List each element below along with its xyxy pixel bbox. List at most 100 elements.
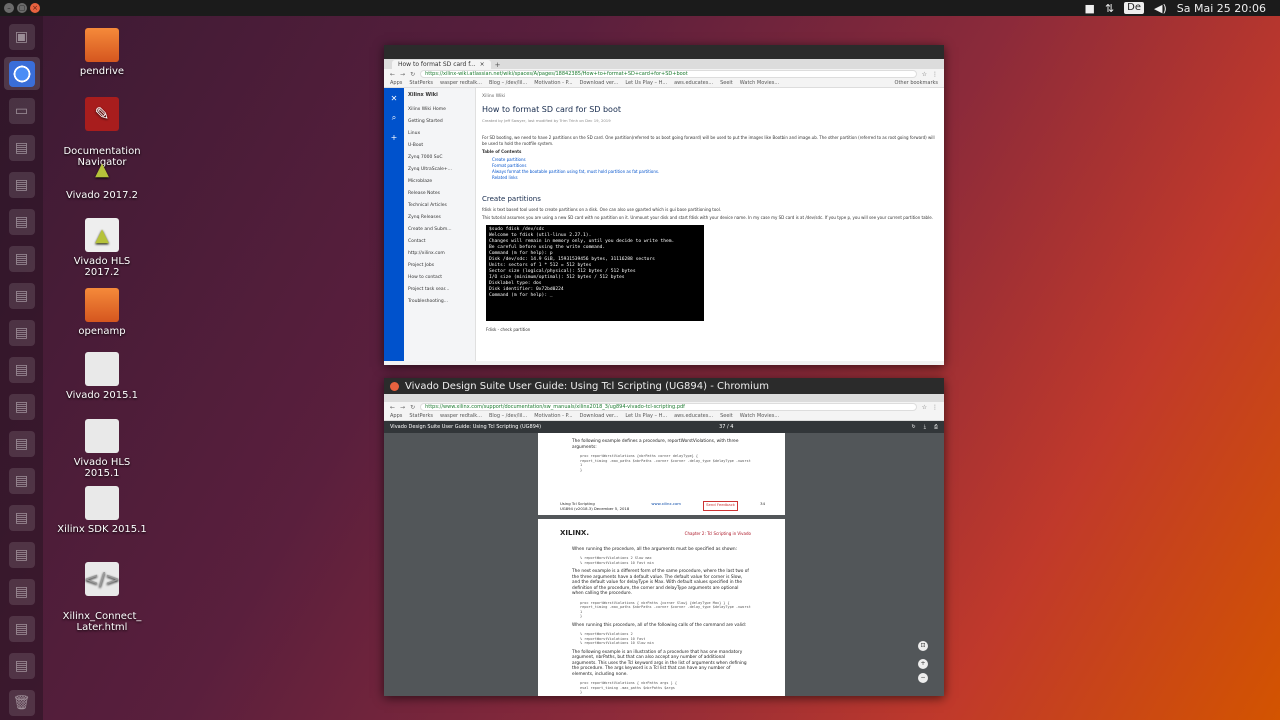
forward-icon[interactable]: → bbox=[400, 404, 405, 411]
bookmark-item[interactable]: Watch Movies... bbox=[740, 413, 779, 419]
bookmark-item[interactable]: Blog – /dev/lil... bbox=[489, 413, 527, 419]
desktop-icon-pendrive[interactable]: pendrive bbox=[57, 28, 147, 77]
browser-window-confluence[interactable]: How to format SD card f... × + ← → ↻ htt… bbox=[384, 45, 944, 365]
minimize-button[interactable]: – bbox=[4, 3, 14, 13]
bookmark-item[interactable]: aws.educates... bbox=[674, 80, 713, 86]
search-icon[interactable]: ⌕ bbox=[392, 113, 396, 123]
maximize-button[interactable]: ▢ bbox=[17, 3, 27, 13]
launcher-app[interactable]: ▤ bbox=[4, 168, 40, 201]
zoom-out-button[interactable]: − bbox=[918, 673, 928, 683]
desktop-icon-vivado-hls-2015[interactable]: Vivado HLS 2015.1 bbox=[57, 419, 147, 479]
window-titlebar[interactable] bbox=[384, 45, 944, 59]
desktop-icon-vivado-2017[interactable]: ▲ Vivado 2017.2 bbox=[57, 152, 147, 202]
bookmark-item[interactable]: Seeit bbox=[720, 80, 733, 86]
launcher-app[interactable]: ▤ bbox=[4, 390, 40, 423]
reload-icon[interactable]: ↻ bbox=[410, 71, 415, 78]
address-bar[interactable]: https://xilinx-wiki.atlassian.net/wiki/s… bbox=[420, 70, 917, 78]
bookmark-item[interactable]: Apps bbox=[390, 413, 402, 419]
launcher-app[interactable]: ▤ bbox=[4, 502, 40, 535]
print-icon[interactable]: ⎙ bbox=[934, 424, 938, 430]
sidebar-item[interactable]: http://xilinx.com bbox=[408, 248, 471, 260]
fit-page-button[interactable]: ⊡ bbox=[918, 641, 928, 651]
launcher-app[interactable]: ▤ bbox=[4, 428, 40, 461]
sidebar-item[interactable]: Linux bbox=[408, 128, 471, 140]
launcher-app[interactable]: ▤ bbox=[4, 316, 40, 349]
bookmark-item[interactable]: Download ver... bbox=[580, 80, 619, 86]
bookmark-item[interactable]: StatPerks bbox=[409, 80, 433, 86]
space-title[interactable]: Xilinx Wiki bbox=[408, 92, 471, 98]
sidebar-item[interactable]: Getting Started bbox=[408, 116, 471, 128]
close-window-button[interactable] bbox=[390, 381, 399, 391]
sidebar-item[interactable]: Troubleshooting... bbox=[408, 296, 471, 308]
star-icon[interactable]: ☆ bbox=[922, 71, 927, 78]
bookmark-item[interactable]: Watch Movies... bbox=[740, 80, 779, 86]
bookmark-item[interactable]: aws.educates... bbox=[674, 413, 713, 419]
launcher-app[interactable]: ▤ bbox=[4, 279, 40, 312]
launcher-app[interactable]: ▤ bbox=[4, 539, 40, 572]
launcher-app[interactable]: ▤ bbox=[4, 353, 40, 386]
sidebar-item[interactable]: Project task sear... bbox=[408, 284, 471, 296]
clock[interactable]: Sa Mai 25 20:06 bbox=[1177, 2, 1266, 15]
zoom-in-button[interactable]: + bbox=[918, 659, 928, 669]
sidebar-item[interactable]: Technical Articles bbox=[408, 200, 471, 212]
desktop-icon-vivado-2015[interactable]: Vivado 2015.1 bbox=[57, 352, 147, 401]
forward-icon[interactable]: → bbox=[400, 71, 405, 78]
breadcrumb[interactable]: Xilinx Wiki bbox=[482, 94, 938, 99]
desktop-icon-vivado-hls-2017[interactable]: ▲ Vivado HLS 2017.2 bbox=[57, 218, 147, 278]
bookmark-item[interactable]: Motivation - P... bbox=[534, 413, 572, 419]
sidebar-item[interactable]: Release Notes bbox=[408, 188, 471, 200]
close-button[interactable]: × bbox=[30, 3, 40, 13]
window-titlebar[interactable]: Vivado Design Suite User Guide: Using Tc… bbox=[384, 378, 944, 394]
sidebar-item[interactable]: U-Boot bbox=[408, 140, 471, 152]
send-feedback-button[interactable]: Send Feedback bbox=[703, 501, 738, 511]
rotate-icon[interactable]: ↻ bbox=[912, 424, 916, 430]
camera-icon[interactable]: ■ bbox=[1085, 2, 1095, 15]
close-tab-icon[interactable]: × bbox=[480, 60, 485, 69]
new-tab-button[interactable]: + bbox=[495, 61, 501, 69]
sidebar-item[interactable]: Zynq Releases bbox=[408, 212, 471, 224]
star-icon[interactable]: ☆ bbox=[922, 404, 927, 411]
atlassian-icon[interactable]: ✕ bbox=[391, 94, 398, 103]
sidebar-item[interactable]: Project Jobs bbox=[408, 260, 471, 272]
back-icon[interactable]: ← bbox=[390, 71, 395, 78]
desktop-icon-xilinx-connect-later[interactable]: </> Xilinx_Connect_ Later.html bbox=[57, 551, 147, 644]
bookmark-item[interactable]: Let Us Play – H... bbox=[625, 80, 667, 86]
network-icon[interactable]: ⇅ bbox=[1105, 2, 1114, 15]
browser-tab[interactable]: How to format SD card f... × bbox=[392, 60, 491, 69]
sidebar-item[interactable]: Microblaze bbox=[408, 176, 471, 188]
sidebar-item[interactable]: Contact bbox=[408, 236, 471, 248]
pdf-viewer[interactable]: The following example defines a procedur… bbox=[384, 433, 944, 696]
bookmark-item[interactable]: Blog – /dev/lil... bbox=[489, 80, 527, 86]
sidebar-item[interactable]: Create and Subm... bbox=[408, 224, 471, 236]
bookmark-item[interactable]: Apps bbox=[390, 80, 402, 86]
other-bookmarks[interactable]: Other bookmarks bbox=[895, 80, 938, 86]
bookmark-item[interactable]: Motivation - P... bbox=[534, 80, 572, 86]
launcher-app[interactable]: ▤ bbox=[4, 242, 40, 275]
bookmark-item[interactable]: StatPerks bbox=[409, 413, 433, 419]
pdf-footer-link[interactable]: www.xilinx.com bbox=[651, 501, 681, 511]
bookmark-item[interactable]: Seeit bbox=[720, 413, 733, 419]
launcher-app[interactable]: ▤ bbox=[4, 205, 40, 238]
reload-icon[interactable]: ↻ bbox=[410, 404, 415, 411]
address-bar[interactable]: https://www.xilinx.com/support/documenta… bbox=[420, 403, 917, 411]
launcher-app[interactable]: ▤ bbox=[4, 131, 40, 164]
launcher-app[interactable]: ▤ bbox=[4, 613, 40, 646]
browser-window-pdf[interactable]: Vivado Design Suite User Guide: Using Tc… bbox=[384, 378, 944, 696]
sidebar-item[interactable]: How to contact bbox=[408, 272, 471, 284]
volume-icon[interactable]: ◀) bbox=[1154, 2, 1167, 15]
launcher-app[interactable]: ▤ bbox=[4, 576, 40, 609]
keyboard-layout[interactable]: De bbox=[1124, 2, 1145, 14]
launcher-trash[interactable]: 🗑 bbox=[4, 687, 40, 720]
page-counter[interactable]: 37 / 4 bbox=[719, 424, 733, 430]
launcher-files[interactable]: ▣ bbox=[4, 20, 40, 53]
toc-link[interactable]: Related links bbox=[482, 175, 938, 181]
launcher-terminal[interactable]: ▭ bbox=[4, 94, 40, 127]
launcher-chromium[interactable] bbox=[3, 57, 40, 91]
download-icon[interactable]: ⤓ bbox=[924, 424, 926, 430]
bookmark-item[interactable]: Download ver... bbox=[580, 413, 619, 419]
menu-icon[interactable]: ⋮ bbox=[932, 404, 938, 411]
sidebar-item[interactable]: Xilinx Wiki Home bbox=[408, 104, 471, 116]
launcher-app[interactable]: ▤ bbox=[4, 465, 40, 498]
menu-icon[interactable]: ⋮ bbox=[932, 71, 938, 78]
plus-icon[interactable]: + bbox=[391, 133, 398, 142]
